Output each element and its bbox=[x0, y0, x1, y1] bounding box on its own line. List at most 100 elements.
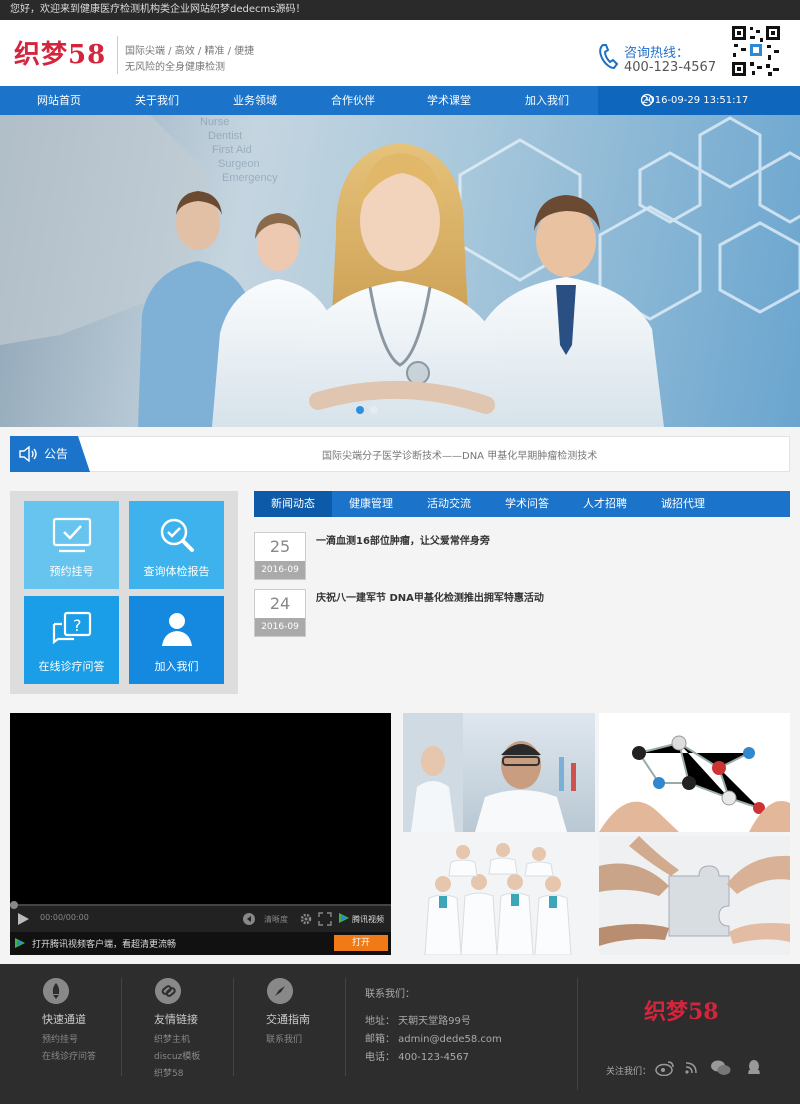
tab-agents[interactable]: 诚招代理 bbox=[644, 491, 722, 517]
news-month: 2016-09 bbox=[255, 618, 305, 636]
volume-icon[interactable] bbox=[242, 912, 256, 926]
nav-partners[interactable]: 合作伙伴 bbox=[304, 86, 402, 115]
top-welcome-bar: 您好，欢迎来到健康医疗检测机构类企业网站织梦dedecms源码！ bbox=[0, 0, 800, 20]
banner-dot-2[interactable] bbox=[370, 406, 378, 414]
molecule-model-image bbox=[599, 735, 790, 832]
search-check-icon bbox=[160, 518, 194, 552]
nav-join[interactable]: 加入我们 bbox=[498, 86, 596, 115]
clock-icon bbox=[640, 93, 654, 107]
chat-question-icon: ? bbox=[52, 611, 92, 645]
lab-scientist-image bbox=[403, 713, 576, 832]
tab-jobs[interactable]: 人才招聘 bbox=[566, 491, 644, 517]
hotline-label: 咨询热线： bbox=[624, 46, 690, 61]
news-day: 25 bbox=[269, 537, 291, 556]
news-month: 2016-09 bbox=[255, 561, 305, 579]
news-date: 24 2016-09 bbox=[254, 589, 306, 637]
play-icon[interactable] bbox=[16, 912, 30, 926]
video-progress-track[interactable] bbox=[10, 904, 391, 906]
quick-join-button[interactable]: 加入我们 bbox=[129, 596, 224, 684]
slogan-line2: 无风险的全身健康检测 bbox=[125, 62, 225, 73]
footer-traffic-title: 交通指南 bbox=[266, 1013, 310, 1026]
video-client-bar: 打开腾讯视频客户端，看超清更流畅 打开 bbox=[10, 932, 391, 955]
nav-home[interactable]: 网站首页 bbox=[10, 86, 108, 115]
banner-word-dentist: Dentist bbox=[208, 130, 242, 142]
banner-word-surgeon: Surgeon bbox=[218, 158, 260, 170]
tab-news[interactable]: 新闻动态 bbox=[254, 491, 332, 517]
rocket-icon bbox=[43, 978, 69, 1004]
photo-molecule-model[interactable] bbox=[599, 713, 790, 832]
footer-link-appointment[interactable]: 预约挂号 bbox=[42, 1032, 78, 1045]
medical-team-image bbox=[424, 843, 572, 955]
user-icon bbox=[162, 613, 192, 646]
news-title[interactable]: 庆祝八一建军节 DNA甲基化检测推出拥军特惠活动 bbox=[316, 589, 544, 604]
slogan-divider bbox=[117, 36, 118, 74]
tab-health[interactable]: 健康管理 bbox=[332, 491, 410, 517]
weibo-icon[interactable] bbox=[655, 1060, 675, 1076]
rss-icon[interactable] bbox=[683, 1060, 701, 1076]
photo-puzzle-hands[interactable] bbox=[599, 836, 790, 955]
banner-illustration: Nurse Dentist First Aid Surgeon Emergenc… bbox=[0, 115, 800, 427]
footer-logo[interactable]: 织梦58 bbox=[644, 994, 719, 1026]
video-control-bar: 00:00/00:00 清晰度 腾讯视频 bbox=[10, 901, 391, 932]
link-icon bbox=[155, 978, 181, 1004]
banner-word-nurse: Nurse bbox=[200, 116, 229, 128]
main-nav: 网站首页 关于我们 业务领域 合作伙伴 学术课堂 加入我们 2016-09-29… bbox=[0, 86, 800, 115]
quick-appointment-label: 预约挂号 bbox=[49, 565, 94, 578]
quick-join-label: 加入我们 bbox=[154, 660, 199, 673]
qq-icon[interactable] bbox=[746, 1059, 762, 1077]
nav-business[interactable]: 业务领域 bbox=[206, 86, 304, 115]
compass-icon bbox=[267, 978, 293, 1004]
footer-address: 地址： 天朝天堂路99号 bbox=[365, 1016, 471, 1027]
footer-divider bbox=[577, 978, 578, 1090]
welcome-text: 您好，欢迎来到健康医疗检测机构类企业网站织梦dedecms源码！ bbox=[10, 4, 306, 15]
site-footer: 快速通道 预约挂号 在线诊疗问答 友情链接 织梦主机 discuz模板 织梦58… bbox=[0, 964, 800, 1104]
nav-about[interactable]: 关于我们 bbox=[108, 86, 206, 115]
quality-button[interactable]: 清晰度 bbox=[264, 914, 288, 925]
news-tabs: 新闻动态 健康管理 活动交流 学术问答 人才招聘 诚招代理 bbox=[254, 491, 790, 517]
tencent-video-brand: 腾讯视频 bbox=[352, 915, 384, 924]
quick-consult-label: 在线诊疗问答 bbox=[38, 660, 105, 673]
news-title[interactable]: 一滴血测16部位肿瘤，让父爱常伴身旁 bbox=[316, 532, 490, 547]
banner-dot-1[interactable] bbox=[356, 406, 364, 414]
quick-consult-button[interactable]: ? 在线诊疗问答 bbox=[24, 596, 119, 684]
footer-contact-title: 联系我们： bbox=[365, 989, 415, 1000]
quick-appointment-button[interactable]: 预约挂号 bbox=[24, 501, 119, 589]
tab-events[interactable]: 活动交流 bbox=[410, 491, 488, 517]
fullscreen-icon[interactable] bbox=[318, 912, 332, 926]
wechat-icon[interactable] bbox=[710, 1059, 732, 1077]
banner-word-emergency: Emergency bbox=[222, 172, 278, 184]
video-time: 00:00/00:00 bbox=[40, 913, 89, 922]
hero-banner[interactable]: Nurse Dentist First Aid Surgeon Emergenc… bbox=[0, 115, 800, 427]
site-logo[interactable]: 织梦58 bbox=[14, 34, 106, 71]
banner-word-first-aid: First Aid bbox=[212, 144, 252, 156]
footer-link-discuz[interactable]: discuz模板 bbox=[154, 1049, 200, 1062]
nav-datetime: 2016-09-29 13:51:17 bbox=[598, 86, 800, 115]
quick-report-label: 查询体检报告 bbox=[143, 565, 210, 578]
puzzle-hands-image bbox=[599, 836, 790, 946]
photo-medical-team[interactable] bbox=[403, 836, 595, 955]
footer-divider bbox=[233, 978, 234, 1076]
news-day: 24 bbox=[269, 594, 291, 613]
photo-lab-scientist[interactable] bbox=[403, 713, 595, 832]
settings-icon[interactable] bbox=[299, 912, 313, 926]
news-date: 25 2016-09 bbox=[254, 532, 306, 580]
footer-link-host[interactable]: 织梦主机 bbox=[154, 1032, 190, 1045]
qr-code-icon bbox=[730, 24, 782, 78]
tencent-video-icon bbox=[15, 938, 25, 948]
footer-link-dede58[interactable]: 织梦58 bbox=[154, 1066, 183, 1079]
footer-email[interactable]: 邮箱： admin@dede58.com bbox=[365, 1030, 502, 1045]
notice-text[interactable]: 国际尖端分子医学诊断技术——DNA 甲基化早期肿瘤检测技术 bbox=[322, 447, 597, 462]
footer-link-consult[interactable]: 在线诊疗问答 bbox=[42, 1049, 96, 1062]
footer-link-contact[interactable]: 联系我们 bbox=[266, 1032, 302, 1045]
quick-report-button[interactable]: 查询体检报告 bbox=[129, 501, 224, 589]
footer-quick-title: 快速通道 bbox=[42, 1013, 86, 1026]
tencent-video-icon bbox=[339, 913, 349, 923]
video-player[interactable]: 00:00/00:00 清晰度 腾讯视频 打开腾讯视频客户端，看超清更流畅 打开 bbox=[10, 713, 391, 955]
client-promo-text: 打开腾讯视频客户端，看超清更流畅 bbox=[32, 940, 177, 950]
tab-academic[interactable]: 学术问答 bbox=[488, 491, 566, 517]
nav-academy[interactable]: 学术课堂 bbox=[400, 86, 498, 115]
video-progress-handle[interactable] bbox=[10, 901, 18, 909]
open-client-button[interactable]: 打开 bbox=[334, 935, 388, 951]
footer-follow-label: 关注我们： bbox=[606, 1067, 652, 1077]
notice-label-text: 公告 bbox=[44, 447, 69, 461]
